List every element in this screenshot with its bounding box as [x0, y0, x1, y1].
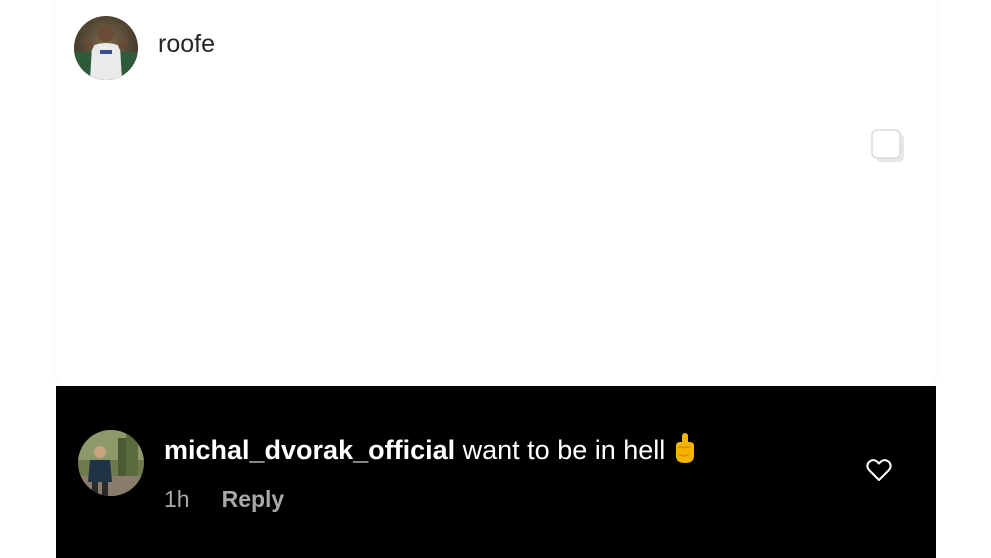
middle-finger-emoji-icon [673, 432, 697, 472]
comment-text: want to be in hell [462, 435, 666, 466]
commenter-avatar[interactable] [78, 430, 144, 496]
comments-panel: michal_dvorak_official want to be in hel… [56, 386, 936, 558]
carousel-icon [868, 126, 910, 166]
heart-outline-icon[interactable] [866, 458, 892, 482]
post-username[interactable]: roofe [158, 30, 215, 59]
comment-username[interactable]: michal_dvorak_official [164, 435, 455, 465]
post-author-avatar[interactable] [74, 16, 138, 80]
post-header: roofe [74, 16, 215, 80]
instagram-screenshot: roofe michal_dvorak_official want to be … [0, 0, 991, 558]
comment-text-line: michal_dvorak_official want to be in hel… [164, 432, 697, 472]
comment-body: michal_dvorak_official want to be in hel… [164, 432, 697, 513]
comment-meta: 1h Reply [164, 486, 697, 513]
avatar-photo-icon [78, 430, 144, 496]
comment-timestamp: 1h [164, 486, 190, 512]
avatar-photo-icon [74, 16, 138, 80]
reply-button[interactable]: Reply [222, 486, 285, 513]
comment-item: michal_dvorak_official want to be in hel… [78, 430, 697, 513]
